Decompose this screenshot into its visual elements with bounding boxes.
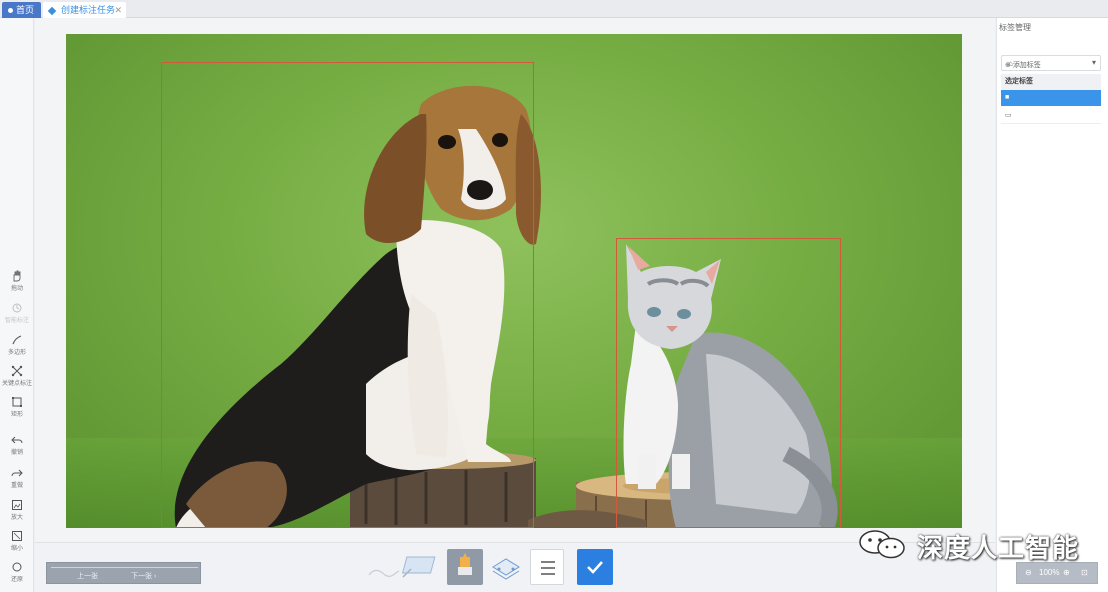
add-label-text: 添加标签: [1012, 62, 1041, 69]
folder-icon: ▭: [1005, 112, 1012, 119]
tab-bar: 首页 创建标注任务 ✕: [0, 0, 1108, 18]
tab-task-label: 创建标注任务: [61, 5, 116, 15]
label-list-item[interactable]: ■: [1001, 90, 1101, 106]
tool-label: 重做: [10, 483, 23, 489]
tool-label: 矩形: [10, 412, 23, 418]
next-label: 下一张: [131, 573, 152, 580]
add-label-button[interactable]: ⊕ 添加标签: [1001, 58, 1101, 74]
zoom-in-icon[interactable]: ⊕: [1063, 568, 1070, 577]
bbox-cat[interactable]: [616, 238, 841, 528]
confirm-button[interactable]: [577, 549, 613, 585]
folder-icon: ■: [1005, 94, 1010, 101]
close-icon[interactable]: ✕: [114, 2, 122, 18]
left-toolbar: 拖动 智能标注 多边形 关键点标注 矩形 撤销 重做 放大 缩小 还原: [0, 18, 34, 592]
bbox-dog[interactable]: [161, 62, 534, 528]
layers-button[interactable]: [487, 549, 525, 585]
tool-label: 多边形: [7, 350, 26, 356]
keypoint-tool[interactable]: 关键点标注: [0, 365, 34, 387]
zoom-in-tool[interactable]: 放大: [0, 499, 34, 521]
undo-icon: [11, 436, 23, 444]
tool-label: 撤销: [10, 450, 23, 456]
check-icon: [587, 561, 603, 574]
tab-home-label: 首页: [16, 5, 35, 15]
next-image-button[interactable]: 下一张 ›: [131, 571, 156, 581]
prev-image-button[interactable]: 上一张: [77, 571, 98, 581]
wechat-logo-icon: [859, 530, 905, 559]
tool-label: 还原: [10, 577, 23, 583]
zoom-control: ⊖ 100% ⊕ ⊡: [1016, 562, 1098, 584]
sketch-mode-button[interactable]: [365, 549, 443, 585]
menu-button[interactable]: [530, 549, 564, 585]
brush-icon: [458, 553, 472, 575]
smart-icon: [12, 303, 22, 313]
image-navigator: 上一张 下一张 ›: [46, 562, 201, 584]
brush-tool-button[interactable]: [447, 549, 483, 585]
image-zoom-out-icon: [12, 531, 22, 541]
image-zoom-in-icon: [12, 500, 22, 510]
task-diamond-icon: [47, 6, 57, 15]
redo-tool[interactable]: 重做: [0, 467, 34, 489]
sketch-icon: [368, 556, 436, 578]
rectangle-icon: [12, 397, 22, 407]
layers-icon: [492, 558, 520, 580]
undo-tool[interactable]: 撤销: [0, 434, 34, 456]
smart-tool[interactable]: 智能标注: [0, 302, 34, 324]
tab-annotation-task[interactable]: 创建标注任务 ✕: [43, 2, 126, 18]
tool-label: 拖动: [10, 286, 23, 292]
rect-tool[interactable]: 矩形: [0, 396, 34, 418]
redo-icon: [11, 469, 23, 477]
menu-icon: [541, 561, 555, 575]
fit-screen-icon[interactable]: ⊡: [1081, 568, 1088, 577]
hand-tool[interactable]: 拖动: [0, 270, 34, 292]
label-list-item[interactable]: ▭: [1001, 108, 1101, 124]
reset-tool[interactable]: 还原: [0, 561, 34, 583]
zoom-out-icon[interactable]: ⊖: [1025, 568, 1032, 577]
reset-icon: [12, 562, 22, 572]
watermark: 深度人工智能: [855, 526, 1078, 564]
tool-label: 关键点标注: [1, 381, 32, 387]
zoom-out-tool[interactable]: 缩小: [0, 530, 34, 552]
tool-label: 智能标注: [4, 318, 29, 324]
tool-label: 放大: [10, 515, 23, 521]
add-icon: ⊕: [1005, 62, 1013, 69]
progress-line: [51, 567, 198, 568]
panel-title: 标签管理: [999, 23, 1031, 32]
hand-icon: [13, 270, 21, 282]
zoom-value: 100%: [1039, 568, 1060, 577]
tool-label: 缩小: [10, 546, 23, 552]
watermark-text: 深度人工智能: [917, 534, 1080, 564]
label-panel: 标签管理 ⌂ ▾ ⊕ 添加标签 选定标签 ■ ▭: [996, 18, 1108, 592]
tab-home[interactable]: 首页: [2, 2, 41, 18]
home-dot-icon: [8, 8, 13, 14]
polygon-tool[interactable]: 多边形: [0, 334, 34, 356]
selected-labels-header: 选定标签: [1001, 74, 1101, 90]
keypoint-icon: [11, 365, 23, 377]
annotation-image[interactable]: [66, 34, 962, 528]
pen-icon: [12, 335, 22, 345]
